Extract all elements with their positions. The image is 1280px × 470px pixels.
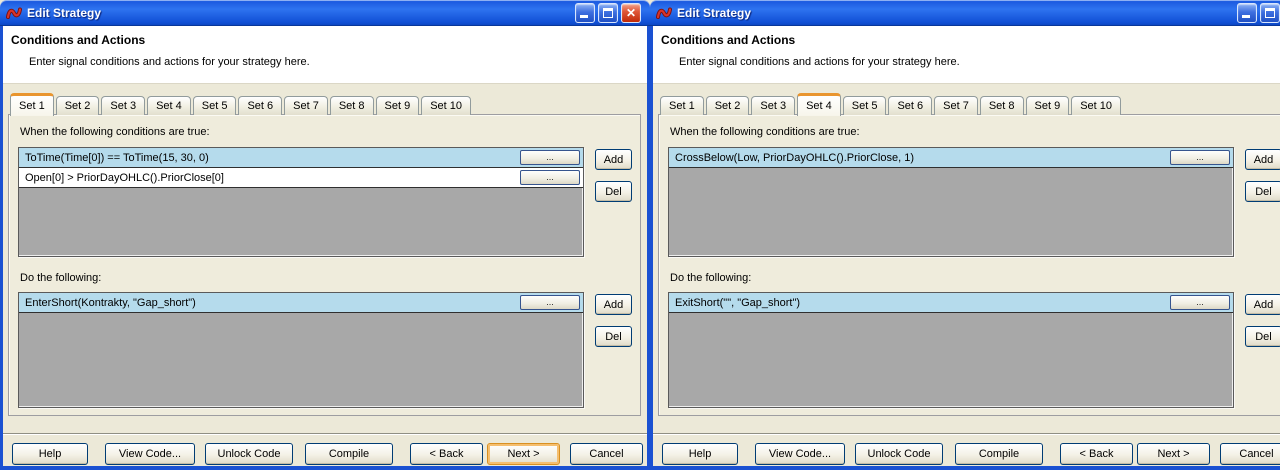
page-title: Conditions and Actions: [11, 33, 146, 47]
conditions-listbox[interactable]: ToTime(Time[0]) == ToTime(15, 30, 0) ...…: [18, 147, 584, 257]
conditions-label: When the following conditions are true:: [20, 126, 210, 138]
cancel-button[interactable]: Cancel: [1220, 443, 1280, 465]
tab-set-1[interactable]: Set 1: [660, 96, 704, 115]
minimize-button[interactable]: [575, 3, 595, 23]
tab-set-2[interactable]: Set 2: [705, 96, 750, 115]
tab-set-3[interactable]: Set 3: [101, 96, 146, 115]
maximize-icon: [1265, 8, 1275, 18]
tab-set-4[interactable]: Set 4: [797, 93, 841, 116]
next-button[interactable]: Next >: [487, 443, 560, 465]
tab-set-1[interactable]: Set 1: [10, 93, 54, 116]
add-condition-button[interactable]: Add: [595, 149, 632, 170]
titlebar[interactable]: Edit Strategy ✕: [650, 0, 1280, 26]
action-row[interactable]: ExitShort("", "Gap_short") ...: [669, 293, 1233, 313]
tab-set-6[interactable]: Set 6: [888, 96, 933, 115]
view-code-button[interactable]: View Code...: [755, 443, 845, 465]
edit-condition-button[interactable]: ...: [520, 170, 580, 185]
add-condition-button[interactable]: Add: [1245, 149, 1280, 170]
back-button[interactable]: < Back: [410, 443, 483, 465]
ninjatrader-logo-icon[interactable]: [656, 5, 672, 21]
tab-set-8[interactable]: Set 8: [979, 96, 1024, 115]
wizard-header: Conditions and Actions Enter signal cond…: [3, 26, 647, 84]
condition-row[interactable]: ToTime(Time[0]) == ToTime(15, 30, 0) ...: [19, 148, 583, 168]
ninjatrader-logo-icon[interactable]: [6, 5, 22, 21]
view-code-button[interactable]: View Code...: [105, 443, 195, 465]
page-title: Conditions and Actions: [661, 33, 796, 47]
conditions-listbox[interactable]: CrossBelow(Low, PriorDayOHLC().PriorClos…: [668, 147, 1234, 257]
close-icon: ✕: [625, 6, 637, 20]
wizard-header: Conditions and Actions Enter signal cond…: [653, 26, 1280, 84]
condition-text: Open[0] > PriorDayOHLC().PriorClose[0]: [25, 171, 224, 184]
condition-text: CrossBelow(Low, PriorDayOHLC().PriorClos…: [675, 151, 915, 164]
action-row[interactable]: EnterShort(Kontrakty, "Gap_short") ...: [19, 293, 583, 313]
help-button[interactable]: Help: [662, 443, 738, 465]
delete-action-button[interactable]: Del: [1245, 326, 1280, 347]
unlock-code-button[interactable]: Unlock Code: [855, 443, 943, 465]
tab-set-8[interactable]: Set 8: [329, 96, 374, 115]
set-tab-page: When the following conditions are true: …: [8, 114, 641, 416]
unlock-code-button[interactable]: Unlock Code: [205, 443, 293, 465]
maximize-button[interactable]: [1260, 3, 1280, 23]
condition-row[interactable]: Open[0] > PriorDayOHLC().PriorClose[0] .…: [19, 168, 583, 188]
compile-button[interactable]: Compile: [955, 443, 1043, 465]
window-title: Edit Strategy: [27, 6, 102, 20]
edit-strategy-window-left: Edit Strategy ✕ Conditions and Actions E…: [0, 0, 650, 470]
footer-divider: [653, 433, 1280, 435]
delete-action-button[interactable]: Del: [595, 326, 632, 347]
minimize-icon: [1242, 15, 1250, 18]
actions-listbox[interactable]: ExitShort("", "Gap_short") ...: [668, 292, 1234, 408]
delete-condition-button[interactable]: Del: [1245, 181, 1280, 202]
tab-set-3[interactable]: Set 3: [751, 96, 796, 115]
tab-set-6[interactable]: Set 6: [238, 96, 283, 115]
tab-set-5[interactable]: Set 5: [192, 96, 237, 115]
edit-action-button[interactable]: ...: [520, 295, 580, 310]
tab-set-10[interactable]: Set 10: [1071, 96, 1121, 115]
maximize-button[interactable]: [598, 3, 618, 23]
titlebar[interactable]: Edit Strategy ✕: [0, 0, 650, 26]
set-tabstrip: Set 1 Set 2 Set 3 Set 4 Set 5 Set 6 Set …: [10, 93, 473, 116]
edit-action-button[interactable]: ...: [1170, 295, 1230, 310]
tab-set-9[interactable]: Set 9: [375, 96, 420, 115]
delete-condition-button[interactable]: Del: [595, 181, 632, 202]
page-subtitle: Enter signal conditions and actions for …: [679, 56, 960, 68]
add-action-button[interactable]: Add: [1245, 294, 1280, 315]
minimize-icon: [580, 15, 588, 18]
set-tabstrip: Set 1 Set 2 Set 3 Set 4 Set 5 Set 6 Set …: [660, 93, 1123, 116]
action-text: EnterShort(Kontrakty, "Gap_short"): [25, 296, 196, 309]
minimize-button[interactable]: [1237, 3, 1257, 23]
window-title: Edit Strategy: [677, 6, 752, 20]
actions-listbox[interactable]: EnterShort(Kontrakty, "Gap_short") ...: [18, 292, 584, 408]
action-text: ExitShort("", "Gap_short"): [675, 296, 801, 309]
back-button[interactable]: < Back: [1060, 443, 1133, 465]
tab-set-7[interactable]: Set 7: [284, 96, 328, 115]
edit-condition-button[interactable]: ...: [1170, 150, 1230, 165]
page-subtitle: Enter signal conditions and actions for …: [29, 56, 310, 68]
condition-row[interactable]: CrossBelow(Low, PriorDayOHLC().PriorClos…: [669, 148, 1233, 168]
footer-divider: [3, 433, 647, 435]
set-tab-page: When the following conditions are true: …: [658, 114, 1280, 416]
edit-condition-button[interactable]: ...: [520, 150, 580, 165]
tab-set-10[interactable]: Set 10: [421, 96, 471, 115]
actions-label: Do the following:: [670, 272, 752, 284]
actions-label: Do the following:: [20, 272, 102, 284]
dialog-body: Conditions and Actions Enter signal cond…: [650, 26, 1280, 470]
tab-set-9[interactable]: Set 9: [1025, 96, 1070, 115]
tab-set-5[interactable]: Set 5: [842, 96, 887, 115]
tab-set-7[interactable]: Set 7: [934, 96, 978, 115]
compile-button[interactable]: Compile: [305, 443, 393, 465]
conditions-label: When the following conditions are true:: [670, 126, 860, 138]
edit-strategy-window-right: Edit Strategy ✕ Conditions and Actions E…: [650, 0, 1280, 470]
dialog-body: Conditions and Actions Enter signal cond…: [0, 26, 650, 470]
help-button[interactable]: Help: [12, 443, 88, 465]
tab-set-4[interactable]: Set 4: [147, 96, 191, 115]
next-button[interactable]: Next >: [1137, 443, 1210, 465]
close-button[interactable]: ✕: [621, 3, 641, 23]
cancel-button[interactable]: Cancel: [570, 443, 643, 465]
condition-text: ToTime(Time[0]) == ToTime(15, 30, 0): [25, 151, 209, 164]
add-action-button[interactable]: Add: [595, 294, 632, 315]
tab-set-2[interactable]: Set 2: [55, 96, 100, 115]
maximize-icon: [603, 8, 613, 18]
